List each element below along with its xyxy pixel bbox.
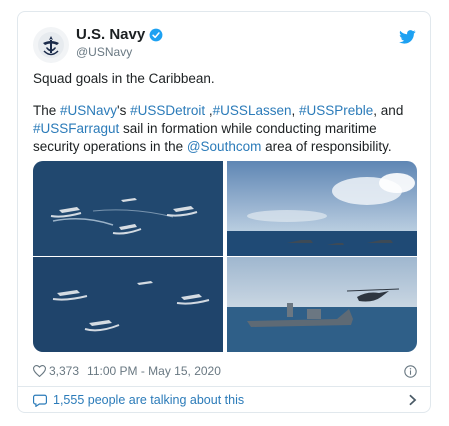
verified-badge-icon <box>149 28 163 41</box>
photo-ship-helicopter[interactable] <box>227 257 417 352</box>
hashtag-usnavy[interactable]: #USNavy <box>60 103 117 118</box>
display-name[interactable]: U.S. Navy <box>76 26 145 43</box>
hashtag-usspreble[interactable]: #USSPreble <box>299 103 373 118</box>
author-name-row: U.S. Navy <box>76 26 163 43</box>
hashtag-ussfarragut[interactable]: #USSFarragut <box>33 121 119 136</box>
footer-divider <box>18 386 430 387</box>
info-icon[interactable] <box>404 364 417 378</box>
like-button[interactable]: 3,373 <box>33 364 79 378</box>
hashtag-ussdetroit[interactable]: #USSDetroit <box>130 103 205 118</box>
embedded-tweet-card: U.S. Navy @USNavy Squad goals in the Car… <box>17 11 431 413</box>
tweet-paragraph-2: The #USNavy's #USSDetroit ,#USSLassen, #… <box>33 103 404 154</box>
author-handle[interactable]: @USNavy <box>76 45 132 59</box>
navy-seal-icon <box>38 32 64 58</box>
like-count: 3,373 <box>49 364 80 378</box>
photo-ships-formation-bottom[interactable] <box>33 257 223 352</box>
talking-count-text: 1,555 people are talking about this <box>53 393 245 407</box>
reply-bubble-icon <box>33 394 47 407</box>
twitter-bird-icon[interactable] <box>399 30 416 44</box>
photo-ships-formation-top[interactable] <box>33 161 223 256</box>
chevron-right-icon <box>409 394 417 406</box>
tweet-meta: 3,373 11:00 PM - May 15, 2020 <box>33 364 417 378</box>
heart-icon <box>33 365 46 377</box>
hashtag-usslassen[interactable]: #USSLassen <box>213 103 292 118</box>
photo-ships-horizon[interactable] <box>227 161 417 256</box>
mention-southcom[interactable]: @Southcom <box>187 139 262 154</box>
tweet-timestamp[interactable]: 11:00 PM - May 15, 2020 <box>87 364 221 378</box>
avatar[interactable] <box>33 27 69 63</box>
tweet-line-1: Squad goals in the Caribbean. <box>33 71 215 86</box>
conversation-link[interactable]: 1,555 people are talking about this <box>33 393 417 407</box>
tweet-text: Squad goals in the Caribbean. The #USNav… <box>33 70 417 170</box>
photo-grid <box>33 161 417 352</box>
